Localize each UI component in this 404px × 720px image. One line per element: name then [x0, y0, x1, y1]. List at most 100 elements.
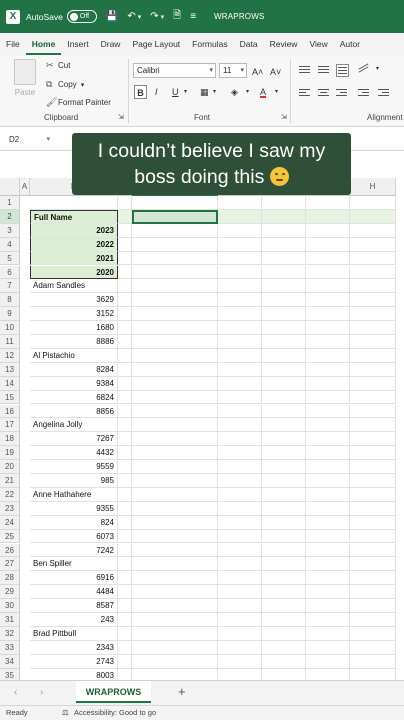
- table-cell[interactable]: [350, 376, 396, 391]
- table-cell[interactable]: [118, 209, 132, 224]
- table-cell[interactable]: [306, 543, 350, 558]
- table-cell[interactable]: [350, 251, 396, 266]
- table-cell-name-value[interactable]: 4484: [30, 585, 118, 600]
- table-cell[interactable]: [218, 668, 262, 680]
- table-cell-name-value[interactable]: Al Pistachio: [30, 348, 118, 363]
- table-cell[interactable]: [350, 613, 396, 627]
- table-cell[interactable]: [132, 348, 218, 363]
- table-cell-name-value[interactable]: 2020: [30, 265, 118, 280]
- table-cell[interactable]: [306, 446, 350, 461]
- table-cell[interactable]: [262, 321, 306, 335]
- table-cell[interactable]: [218, 529, 262, 544]
- table-cell[interactable]: [132, 654, 218, 669]
- font-size-select[interactable]: 11 ▾: [219, 63, 247, 78]
- table-cell[interactable]: [218, 501, 262, 516]
- tab-draw[interactable]: Draw: [95, 33, 127, 55]
- table-cell[interactable]: [306, 640, 350, 655]
- row-header[interactable]: 6: [0, 265, 20, 280]
- align-center-icon[interactable]: [318, 89, 329, 98]
- table-cell[interactable]: [132, 279, 218, 294]
- table-cell-name-value[interactable]: 2023: [30, 223, 118, 238]
- customize-icon[interactable]: ≡: [190, 11, 196, 22]
- table-cell[interactable]: [262, 654, 306, 669]
- sheet-prev-icon[interactable]: ‹: [14, 687, 17, 698]
- table-cell[interactable]: [350, 557, 396, 572]
- table-cell-name-value[interactable]: Ben Spiller: [30, 557, 118, 572]
- row-header[interactable]: 26: [0, 543, 20, 558]
- font-name-select[interactable]: Calibri ▾: [133, 63, 216, 78]
- row-header[interactable]: 14: [0, 376, 20, 391]
- table-cell[interactable]: [262, 223, 306, 238]
- cut-button[interactable]: ✂ Cut: [46, 60, 70, 71]
- table-cell[interactable]: [262, 543, 306, 558]
- table-cell-name-value[interactable]: Brad Pittbull: [30, 626, 118, 641]
- table-cell[interactable]: [262, 251, 306, 266]
- table-cell[interactable]: [262, 418, 306, 433]
- add-sheet-button[interactable]: +: [178, 684, 186, 699]
- table-cell[interactable]: [118, 585, 132, 600]
- accessibility-status[interactable]: Accessibility: Good to go: [74, 706, 156, 720]
- orientation-dropdown-icon[interactable]: ▾: [376, 62, 379, 76]
- table-cell[interactable]: [132, 251, 218, 266]
- table-cell[interactable]: [350, 585, 396, 600]
- table-cell[interactable]: [262, 404, 306, 419]
- table-cell-name-value[interactable]: 2343: [30, 640, 118, 655]
- table-cell[interactable]: [350, 418, 396, 433]
- table-cell[interactable]: [262, 293, 306, 308]
- row-header[interactable]: 33: [0, 640, 20, 655]
- table-cell[interactable]: [118, 251, 132, 266]
- accessibility-icon[interactable]: ⚖: [62, 706, 69, 720]
- table-cell[interactable]: [350, 432, 396, 447]
- table-cell[interactable]: [262, 626, 306, 641]
- table-cell-name-value[interactable]: 8886: [30, 335, 118, 349]
- table-cell[interactable]: [262, 209, 306, 224]
- table-cell[interactable]: [118, 432, 132, 447]
- table-cell[interactable]: [306, 557, 350, 572]
- table-cell[interactable]: [350, 515, 396, 530]
- row-header[interactable]: 12: [0, 348, 20, 363]
- table-cell[interactable]: [262, 501, 306, 516]
- row-header[interactable]: 28: [0, 571, 20, 586]
- row-header[interactable]: 22: [0, 487, 20, 502]
- table-cell[interactable]: [350, 474, 396, 488]
- table-cell[interactable]: [306, 335, 350, 349]
- table-cell[interactable]: [118, 321, 132, 335]
- table-cell[interactable]: [262, 585, 306, 600]
- table-cell-name-value[interactable]: 9384: [30, 376, 118, 391]
- table-cell[interactable]: [306, 418, 350, 433]
- table-cell-name-value[interactable]: Adam Sandles: [30, 279, 118, 294]
- name-box[interactable]: D2 ▾: [6, 132, 50, 147]
- table-cell[interactable]: [118, 307, 132, 322]
- row-header[interactable]: 21: [0, 474, 20, 488]
- table-cell[interactable]: [262, 307, 306, 322]
- table-cell[interactable]: [218, 432, 262, 447]
- row-header[interactable]: 18: [0, 432, 20, 447]
- align-left-icon[interactable]: [299, 89, 310, 98]
- column-header-h[interactable]: H: [350, 178, 396, 196]
- table-cell[interactable]: [306, 599, 350, 613]
- table-cell[interactable]: [218, 237, 262, 252]
- table-cell[interactable]: [118, 599, 132, 613]
- table-cell[interactable]: [306, 293, 350, 308]
- align-middle-icon[interactable]: [318, 66, 329, 75]
- table-cell[interactable]: [118, 487, 132, 502]
- tab-view[interactable]: View: [303, 33, 333, 55]
- table-cell[interactable]: [350, 321, 396, 335]
- table-cell[interactable]: [350, 293, 396, 308]
- table-cell[interactable]: [306, 585, 350, 600]
- underline-dropdown-icon[interactable]: ▾: [184, 85, 187, 99]
- table-cell[interactable]: [350, 223, 396, 238]
- undo-icon[interactable]: ↶: [127, 11, 135, 22]
- table-cell[interactable]: [350, 390, 396, 405]
- new-doc-icon[interactable]: 🗎: [173, 8, 181, 25]
- table-cell[interactable]: [132, 376, 218, 391]
- fill-color-icon[interactable]: ◈: [231, 85, 238, 99]
- row-header[interactable]: 17: [0, 418, 20, 433]
- autosave-toggle[interactable]: Off: [66, 10, 97, 23]
- sheet-tab-wraprows[interactable]: WRAPROWS: [76, 681, 151, 703]
- format-painter-button[interactable]: 🖌 Format Painter: [46, 97, 111, 108]
- table-cell[interactable]: [132, 293, 218, 308]
- table-cell[interactable]: [350, 348, 396, 363]
- table-cell[interactable]: [118, 404, 132, 419]
- table-cell[interactable]: [262, 487, 306, 502]
